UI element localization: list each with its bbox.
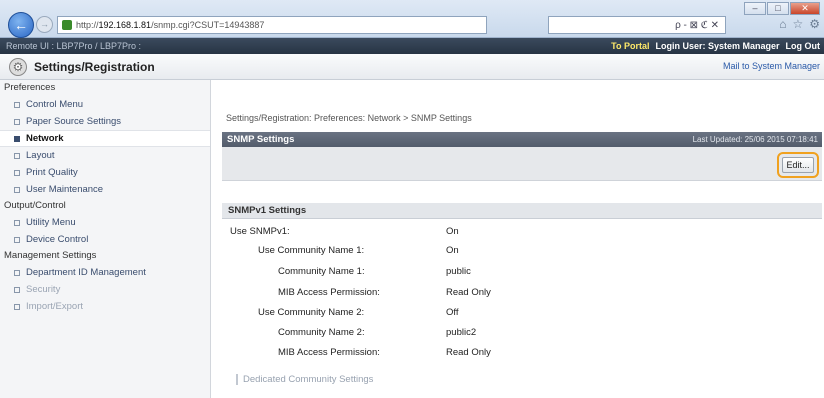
setting-value: On [446,226,459,237]
bullet-icon [14,135,20,142]
bullet-icon [14,269,20,276]
to-portal-link[interactable]: To Portal [611,41,649,51]
sidebar-item-label: Department ID Management [26,267,146,278]
back-arrow-icon: ← [14,17,28,33]
sidebar-item-print-quality[interactable]: Print Quality [0,164,210,181]
address-tools[interactable]: ρ - ⊠ ℭ ✕ [548,16,726,34]
mail-to-system-manager-link[interactable]: Mail to System Manager [723,61,820,71]
section-header-snmpv1: SNMPv1 Settings [222,203,822,219]
sidebar-item-import-export[interactable]: Import/Export [0,298,210,315]
sidebar-heading: Management Settings [4,250,97,261]
main-content: Settings/Registration: Preferences: Netw… [212,80,824,398]
setting-value: On [446,245,459,256]
sidebar-item-user-maintenance[interactable]: User Maintenance [0,181,210,198]
bullet-icon [14,236,20,243]
sidebar-item-label: Device Control [26,234,89,245]
sidebar-item-network[interactable]: Network [0,130,210,147]
sidebar: Preferences Control Menu Paper Source Se… [0,80,211,398]
setting-label: MIB Access Permission: [278,287,380,298]
favorites-star-icon[interactable]: ☆ [792,17,803,31]
panel-header: SNMP Settings Last Updated: 25/06 2015 0… [222,132,822,147]
maximize-button[interactable]: □ [767,2,789,15]
bullet-icon [14,169,20,176]
address-bar[interactable]: http://192.168.1.81/snmp.cgi?CSUT=149438… [57,16,487,34]
setting-value: Read Only [446,287,491,298]
edit-button[interactable]: Edit... [782,157,814,173]
sidebar-heading: Output/Control [4,200,66,211]
bullet-icon [14,101,20,108]
url-host: 192.168.1.81 [98,20,152,30]
sidebar-item-label: Print Quality [26,167,78,178]
sidebar-item-label: Network [26,133,64,144]
home-icon[interactable]: ⌂ [779,17,786,31]
sidebar-item-label: User Maintenance [26,184,104,195]
close-window-button[interactable]: ✕ [790,2,820,15]
setting-value: Read Only [446,347,491,358]
sidebar-section-output-control: Output/Control Utility Menu Device Contr… [0,198,210,248]
setting-value: public [446,266,471,277]
search-refresh-stop-icons[interactable]: ρ - ⊠ ℭ ✕ [675,20,719,31]
top-status-bar: Remote UI : LBP7Pro / LBP7Pro : To Porta… [0,38,824,54]
forward-arrow-icon: → [40,19,49,29]
setting-label: Community Name 1: [278,266,365,277]
window-controls: ‒ □ ✕ [744,2,820,15]
bullet-icon [14,303,20,310]
browser-chrome: ‒ □ ✕ ← → http://192.168.1.81/snmp.cgi?C… [0,0,824,38]
setting-label: Community Name 2: [278,327,365,338]
settings-gear-icon: ⚙ [9,58,27,76]
sidebar-item-control-menu[interactable]: Control Menu [0,96,210,113]
sidebar-item-device-control[interactable]: Device Control [0,231,210,248]
sidebar-item-label: Utility Menu [26,217,76,228]
log-out-link[interactable]: Log Out [786,41,821,51]
sidebar-item-security[interactable]: Security [0,281,210,298]
sidebar-item-paper-source-settings[interactable]: Paper Source Settings [0,113,210,130]
panel-toolbar: Edit... [222,147,822,181]
minimize-button[interactable]: ‒ [744,2,766,15]
sidebar-item-utility-menu[interactable]: Utility Menu [0,214,210,231]
sidebar-item-label: Security [26,284,61,295]
bullet-icon [14,286,20,293]
setting-value: public2 [446,327,477,338]
sidebar-item-layout[interactable]: Layout [0,147,210,164]
edit-highlight: Edit... [777,152,819,178]
sidebar-section-management-settings: Management Settings Department ID Manage… [0,248,210,315]
page-header: ⚙ Settings/Registration Mail to System M… [0,54,824,80]
page-title: Settings/Registration [34,60,155,74]
sidebar-item-label: Layout [26,150,55,161]
back-button[interactable]: ← [8,12,34,38]
bullet-icon [14,118,20,125]
sidebar-item-department-id-management[interactable]: Department ID Management [0,264,210,281]
sidebar-section-preferences: Preferences Control Menu Paper Source Se… [0,80,210,198]
bullet-icon [14,152,20,159]
sidebar-heading: Preferences [4,82,56,93]
setting-label: Use Community Name 2: [258,307,365,318]
bullet-icon [14,186,20,193]
subsection-dedicated-community: Dedicated Community Settings [236,374,373,385]
login-user-label: Login User: System Manager [655,41,780,51]
url-prefix: http:// [76,20,99,30]
setting-label: MIB Access Permission: [278,347,380,358]
last-updated: Last Updated: 25/06 2015 07:18:41 [692,135,818,144]
setting-label: Use Community Name 1: [258,245,365,256]
device-name: Remote UI : LBP7Pro / LBP7Pro : [6,41,142,51]
sidebar-item-label: Import/Export [26,301,84,312]
browser-toolbar-icons: ⌂ ☆ ⚙ [779,17,820,31]
panel-title: SNMP Settings [227,134,295,145]
bullet-icon [14,219,20,226]
setting-value: Off [446,307,459,318]
site-favicon-icon [62,20,72,30]
sidebar-item-label: Control Menu [26,99,84,110]
breadcrumb: Settings/Registration: Preferences: Netw… [226,113,472,123]
url-path: /snmp.cgi?CSUT=14943887 [151,20,265,30]
forward-button[interactable]: → [36,16,53,33]
top-links: To Portal Login User: System Manager Log… [611,41,820,51]
gear-icon[interactable]: ⚙ [809,17,820,31]
setting-label: Use SNMPv1: [230,226,290,237]
sidebar-item-label: Paper Source Settings [26,116,122,127]
